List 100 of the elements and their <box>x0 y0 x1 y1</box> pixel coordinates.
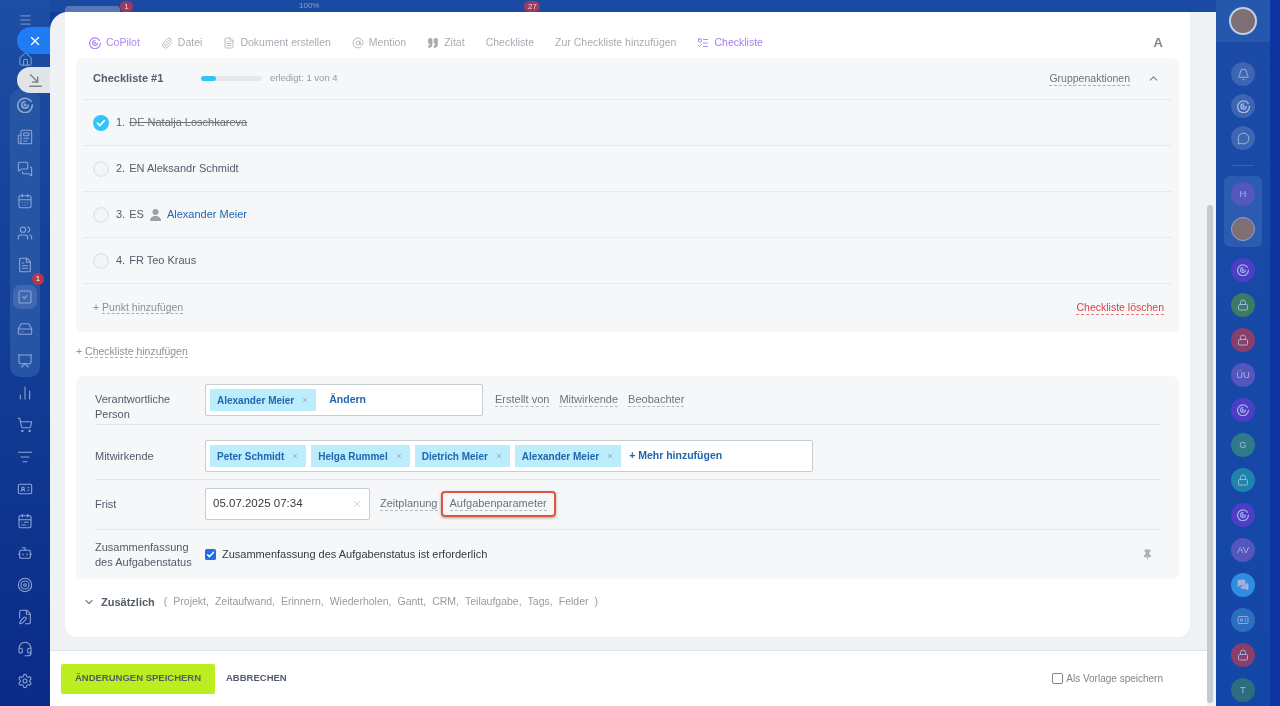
section-link[interactable]: Gantt, <box>397 594 427 610</box>
pin-icon[interactable] <box>1142 549 1153 560</box>
at-sign-icon <box>351 37 364 49</box>
swirl-icon <box>1236 99 1250 113</box>
person-field[interactable]: Alexander Meier Ändern <box>205 384 483 416</box>
add-checklist-link[interactable]: + Checkliste hinzufügen <box>76 344 188 360</box>
cancel-button[interactable]: ABBRECHEN <box>226 671 287 686</box>
dashed-link[interactable]: Aufgabenparameter <box>449 497 547 511</box>
clear-icon[interactable] <box>352 499 362 509</box>
format-button[interactable]: A <box>1153 33 1163 53</box>
toolbar-button[interactable]: Zitat <box>427 35 465 51</box>
field-label: Zusammenfassung des Aufgabenstatus <box>95 539 193 570</box>
section-link[interactable]: Wiederholen, <box>329 594 392 610</box>
person-tag[interactable]: Dietrich Meier <box>414 445 510 467</box>
toolbar-button[interactable]: Mention <box>351 35 407 51</box>
avatar[interactable] <box>1231 217 1255 241</box>
save-button[interactable]: ÄNDERUNGEN SPEICHERN <box>61 663 215 694</box>
scrollbar[interactable] <box>1207 205 1213 703</box>
chat-avatar[interactable]: T <box>1231 678 1255 702</box>
item-number: 2. <box>116 161 126 177</box>
toolbar-button[interactable]: Dokument erstellen <box>223 35 331 51</box>
chat-avatar[interactable]: G <box>1231 433 1255 457</box>
chat-avatar[interactable] <box>1231 293 1255 317</box>
dashed-link[interactable]: Mitwirkende <box>559 393 619 407</box>
dashed-link[interactable]: Erstellt von <box>495 393 550 407</box>
copilot-button[interactable] <box>1231 258 1255 282</box>
item-text: EN Aleksandr Schmidt <box>129 161 239 177</box>
lock-icon <box>1237 649 1249 661</box>
additional-toggle[interactable]: Zusätzlich <box>83 593 155 611</box>
person-tag[interactable]: Peter Schmidt <box>210 445 307 467</box>
toolbar-button[interactable]: Checkliste <box>485 35 535 51</box>
dashed-link[interactable]: Beobachter <box>628 393 685 407</box>
section-link[interactable]: Teilaufgabe, <box>464 594 522 610</box>
lock-icon <box>1237 474 1249 486</box>
item-text: FR Teo Kraus <box>129 253 197 269</box>
copilot-button[interactable] <box>1231 94 1255 118</box>
chat-avatar[interactable] <box>1231 328 1255 352</box>
chat-avatar[interactable] <box>1231 608 1255 632</box>
section-link[interactable]: CRM, <box>432 594 459 610</box>
bar-chart-icon <box>17 385 33 401</box>
remove-icon[interactable] <box>291 452 300 460</box>
swirl-icon <box>1237 264 1249 276</box>
section-link[interactable]: Felder <box>558 594 589 610</box>
group-actions-link[interactable]: Gruppenaktionen <box>1049 71 1130 86</box>
chat-bubbles-icon <box>17 161 33 177</box>
counter-badge: 1 <box>120 1 133 12</box>
mention-link[interactable]: Alexander Meier <box>166 206 247 223</box>
checkbox[interactable] <box>205 549 216 560</box>
chat-button[interactable] <box>1231 126 1255 150</box>
chat-avatar[interactable] <box>1231 468 1255 492</box>
chat-avatar[interactable]: ÜU <box>1231 363 1255 387</box>
home-icon[interactable] <box>17 52 33 67</box>
participants-field[interactable]: Peter Schmidt Helga Rummel Dietrich Meier Alexander Meier + Mehr hinzufügen <box>205 440 813 472</box>
toolbar-button[interactable]: Datei <box>160 35 203 51</box>
robot-icon <box>17 545 33 561</box>
toolbar-button[interactable]: CoPilot <box>89 35 140 51</box>
item-number: 1. <box>116 115 126 131</box>
headset-icon <box>17 641 33 657</box>
swirl-icon <box>1237 509 1249 521</box>
chat-avatar[interactable]: AV <box>1231 538 1255 562</box>
copilot-button[interactable] <box>1231 398 1255 422</box>
lock-icon <box>1237 334 1249 346</box>
date-field[interactable]: 05.07.2025 07:34 <box>205 488 370 520</box>
sidebar-button[interactable] <box>13 285 37 309</box>
avatar[interactable] <box>1229 7 1257 35</box>
item-number: 3. <box>116 207 126 223</box>
item-text: ES <box>129 207 144 223</box>
remove-icon[interactable] <box>606 452 615 460</box>
chat-avatar[interactable]: H <box>1231 182 1255 206</box>
close-button[interactable] <box>17 27 50 54</box>
person-tag[interactable]: Helga Rummel <box>311 445 410 467</box>
remove-icon[interactable] <box>301 396 310 404</box>
field-label: Frist <box>95 496 118 512</box>
delete-checklist-link[interactable]: Checkliste löschen <box>1076 301 1164 315</box>
id-card-icon <box>17 481 33 497</box>
checkbox[interactable] <box>1052 673 1064 684</box>
menu-icon[interactable] <box>17 13 33 27</box>
person-tag[interactable]: Alexander Meier <box>514 445 622 467</box>
toolbar-button[interactable]: Checkliste <box>697 35 763 51</box>
calendar-icon <box>17 193 33 209</box>
dashed-link[interactable]: Zeitplanung <box>380 497 438 511</box>
zoom-label: 100% <box>299 0 320 11</box>
section-link[interactable]: Erinnern, <box>281 594 324 610</box>
toolbar-button[interactable]: Zur Checkliste hinzufügen <box>555 35 677 51</box>
remove-icon[interactable] <box>394 452 403 460</box>
section-link[interactable]: Projekt, <box>173 594 209 610</box>
minimize-button[interactable] <box>17 67 50 93</box>
chat-avatar[interactable] <box>1231 643 1255 667</box>
add-more-link[interactable]: + Mehr hinzufügen <box>629 448 723 464</box>
remove-icon[interactable] <box>494 452 503 460</box>
add-item-link[interactable]: + Punkt hinzufügen <box>93 300 184 316</box>
copilot-button[interactable] <box>1231 503 1255 527</box>
chat-avatar[interactable] <box>1231 573 1255 597</box>
item-checkbox[interactable] <box>93 114 109 131</box>
change-link[interactable]: Ändern <box>329 392 366 408</box>
swirl-icon <box>1237 404 1249 416</box>
person-tag[interactable]: Alexander Meier <box>210 389 317 411</box>
section-link[interactable]: Zeitaufwand, <box>214 594 276 610</box>
notifications-button[interactable] <box>1231 62 1255 86</box>
section-link[interactable]: Tags, <box>527 594 553 610</box>
